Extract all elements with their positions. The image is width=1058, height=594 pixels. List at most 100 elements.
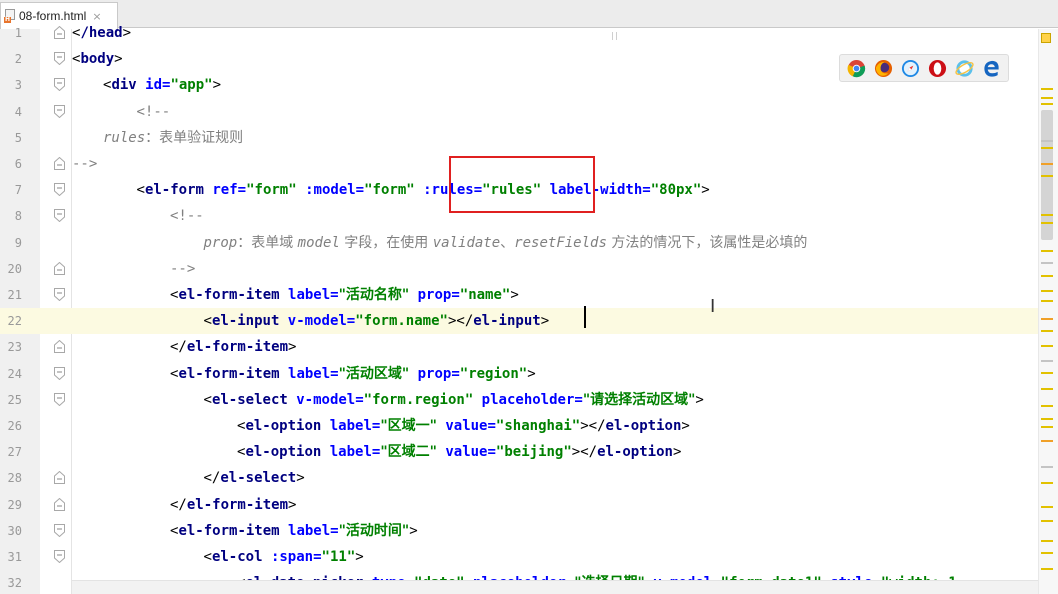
code-token: "请选择活动区域": [582, 391, 696, 408]
code-token: el-option: [245, 444, 330, 461]
safari-icon[interactable]: [901, 59, 920, 78]
ie-icon[interactable]: [955, 59, 974, 78]
scrollbar-marker[interactable]: [1041, 426, 1053, 428]
scrollbar-marker[interactable]: [1041, 482, 1053, 484]
code-line[interactable]: 30 <el-form-item label="活动时间">: [0, 518, 1058, 544]
scrollbar-marker[interactable]: [1041, 147, 1053, 149]
scrollbar-marker[interactable]: [1041, 163, 1053, 165]
code-line[interactable]: 4 <!--: [0, 99, 1058, 125]
scrollbar-marker[interactable]: [1041, 214, 1053, 216]
firefox-icon[interactable]: [874, 59, 893, 78]
fold-open-icon[interactable]: [54, 104, 65, 118]
fold-open-icon[interactable]: [54, 550, 65, 563]
scrollbar-marker[interactable]: [1041, 88, 1053, 90]
fold-end-icon[interactable]: [54, 471, 65, 485]
fold-end-icon[interactable]: [54, 157, 65, 170]
inspection-status-icon[interactable]: [1041, 33, 1051, 43]
scrollbar-marker[interactable]: [1041, 345, 1053, 347]
scrollbar-marker[interactable]: [1041, 222, 1053, 224]
code-line[interactable]: 23 </el-form-item>: [0, 334, 1058, 360]
code-line[interactable]: 20 -->: [0, 256, 1058, 282]
scrollbar-marker[interactable]: [1041, 372, 1053, 374]
code-line[interactable]: 9 prop：表单域 model 字段，在使用 validate、resetFie…: [0, 230, 1058, 256]
code-token: label=: [288, 365, 339, 382]
fold-open-icon[interactable]: [54, 209, 65, 223]
scrollbar-marker[interactable]: [1041, 175, 1053, 177]
code-token: 字段，在使用: [339, 234, 433, 251]
code-line[interactable]: 26 <el-option label="区域一" value="shanghai…: [0, 413, 1058, 439]
code-token: el-option: [605, 418, 682, 434]
scrollbar-marker[interactable]: [1041, 360, 1053, 362]
code-line[interactable]: 24 <el-form-item label="活动区域" prop="regio…: [0, 361, 1058, 387]
code-token: el-form-item: [186, 339, 289, 356]
code-line[interactable]: 22 <el-input v-model="form.name"></el-inp…: [0, 308, 1058, 335]
code-line[interactable]: 25 <el-select v-model="form.region" place…: [0, 387, 1058, 413]
code-token: ref=: [212, 182, 247, 199]
fold-end-icon[interactable]: [54, 26, 65, 39]
code-token: </: [170, 339, 187, 356]
scrollbar-marker[interactable]: [1041, 140, 1053, 142]
scrollbar-marker[interactable]: [1041, 97, 1053, 99]
code-line[interactable]: 29 </el-form-item>: [0, 492, 1058, 518]
code-line[interactable]: 31 <el-col :span="11">: [0, 544, 1058, 570]
scrollbar-marker[interactable]: [1041, 520, 1053, 522]
code-token: >: [212, 77, 222, 94]
ibeam-cursor-icon: I: [710, 296, 716, 317]
fold-end-icon[interactable]: [54, 497, 65, 511]
scrollbar-marker[interactable]: [1041, 418, 1053, 420]
code-line[interactable]: 27 <el-option label="区域二" value="beijing"…: [0, 439, 1058, 465]
line-number: 25: [7, 392, 22, 407]
fold-open-icon[interactable]: [54, 52, 65, 66]
code-token: label=: [288, 287, 339, 303]
fold-open-icon[interactable]: [54, 366, 65, 380]
line-number: 6: [14, 157, 22, 171]
scrollbar-marker[interactable]: [1041, 250, 1053, 252]
fold-open-icon[interactable]: [54, 392, 65, 406]
scrollbar-marker[interactable]: [1041, 300, 1053, 302]
fold-end-icon[interactable]: [54, 261, 65, 275]
scrollbar-marker[interactable]: [1041, 262, 1053, 264]
scrollbar-marker[interactable]: [1041, 405, 1053, 407]
code-token: "shanghai": [495, 418, 581, 434]
line-number: 4: [14, 104, 22, 119]
scrollbar-marker[interactable]: [1041, 103, 1053, 105]
browser-preview-panel: [839, 54, 1009, 82]
code-token: el-select: [220, 470, 297, 487]
chrome-icon[interactable]: [847, 59, 866, 78]
code-token: validate: [432, 234, 501, 251]
scrollbar-marker[interactable]: [1041, 440, 1053, 442]
fold-open-icon[interactable]: [54, 288, 65, 301]
code-line[interactable]: 21 <el-form-item label="活动名称" prop="name"…: [0, 282, 1058, 308]
code-line[interactable]: 28 </el-select>: [0, 465, 1058, 491]
opera-icon[interactable]: [928, 59, 947, 78]
scrollbar-marker[interactable]: [1041, 275, 1053, 277]
code-token: el-option: [597, 444, 673, 461]
code-token: "区域一": [380, 418, 437, 434]
horizontal-scrollbar[interactable]: [72, 580, 1038, 594]
line-number: 20: [7, 261, 22, 276]
edge-icon[interactable]: [982, 59, 1001, 78]
fold-open-icon[interactable]: [54, 523, 65, 537]
scrollbar-marker[interactable]: [1041, 318, 1053, 320]
code-token: >: [681, 418, 690, 434]
scrollbar-marker[interactable]: [1041, 506, 1053, 508]
scrollbar-marker[interactable]: [1041, 330, 1053, 332]
code-token: "beijing": [495, 444, 572, 461]
code-token: el-option: [245, 418, 330, 434]
code-line[interactable]: 1 </head>: [0, 20, 1058, 46]
fold-end-icon[interactable]: [54, 340, 65, 354]
scrollbar-marker[interactable]: [1041, 466, 1053, 468]
scrollbar-marker[interactable]: [1041, 540, 1053, 542]
rules-highlight-box: [449, 156, 595, 213]
code-token: >: [409, 522, 418, 539]
scrollbar-marker[interactable]: [1041, 290, 1053, 292]
scrollbar-marker[interactable]: [1041, 568, 1053, 570]
code-token: el-form-item: [186, 496, 289, 513]
code-token: "活动名称": [338, 287, 410, 303]
fold-open-icon[interactable]: [54, 78, 65, 92]
scrollbar-marker[interactable]: [1041, 552, 1053, 554]
fold-open-icon[interactable]: [54, 183, 65, 197]
line-number: 8: [14, 209, 22, 224]
code-line[interactable]: 5 rules：表单验证规则: [0, 125, 1058, 151]
scrollbar-marker[interactable]: [1041, 388, 1053, 390]
